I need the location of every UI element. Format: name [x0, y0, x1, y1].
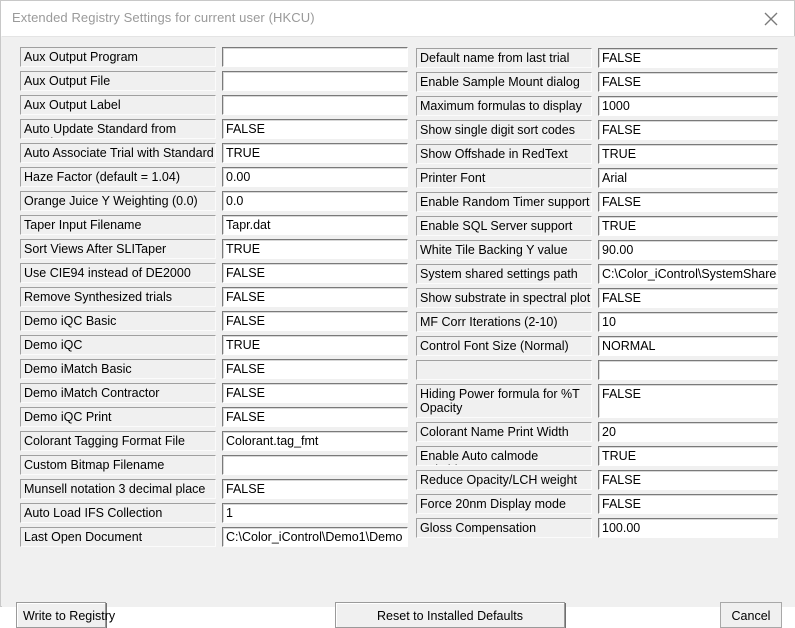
- setting-value-input[interactable]: C:\Color_iControl\SystemShared\: [598, 264, 778, 284]
- setting-value-input[interactable]: FALSE: [222, 407, 408, 427]
- setting-label: Control Font Size (Normal): [416, 336, 592, 356]
- setting-label: Colorant Tagging Format File: [20, 431, 216, 451]
- setting-label: Aux Output File: [20, 71, 216, 91]
- setting-value-input[interactable]: FALSE: [598, 192, 778, 212]
- setting-value-input[interactable]: [222, 455, 408, 475]
- cancel-button[interactable]: Cancel: [720, 602, 782, 628]
- setting-value-input[interactable]: TRUE: [222, 239, 408, 259]
- setting-label: Demo iMatch Basic: [20, 359, 216, 379]
- setting-value-input[interactable]: FALSE: [598, 72, 778, 92]
- setting-value-input[interactable]: [222, 47, 408, 67]
- setting-label: Show Offshade in RedText: [416, 144, 592, 164]
- window-title: Extended Registry Settings for current u…: [12, 10, 315, 25]
- setting-label: System shared settings path: [416, 264, 592, 284]
- setting-label: Taper Input Filename: [20, 215, 216, 235]
- setting-value-input[interactable]: FALSE: [598, 48, 778, 68]
- setting-label: Auto Update Standard from Database: [20, 119, 216, 139]
- setting-label: Use CIE94 instead of DE2000: [20, 263, 216, 283]
- setting-label: White Tile Backing Y value: [416, 240, 592, 260]
- setting-label: Demo iQC Print: [20, 407, 216, 427]
- setting-value-input[interactable]: [598, 360, 778, 380]
- setting-label: Show substrate in spectral plot: [416, 288, 592, 308]
- setting-value-input[interactable]: TRUE: [222, 335, 408, 355]
- setting-label: Enable Sample Mount dialog: [416, 72, 592, 92]
- setting-label: Aux Output Label: [20, 95, 216, 115]
- setting-value-input[interactable]: NORMAL: [598, 336, 778, 356]
- setting-label: Custom Bitmap Filename: [20, 455, 216, 475]
- setting-label: Remove Synthesized trials: [20, 287, 216, 307]
- setting-value-input[interactable]: C:\Color_iControl\Demo1\Demo QC R: [222, 527, 408, 547]
- setting-value-input[interactable]: Arial: [598, 168, 778, 188]
- setting-label: Gloss Compensation Percentage: [416, 518, 592, 538]
- setting-value-input[interactable]: Colorant.tag_fmt: [222, 431, 408, 451]
- setting-label: Colorant Name Print Width: [416, 422, 592, 442]
- setting-label: Demo iMatch Contractor: [20, 383, 216, 403]
- setting-value-input[interactable]: [222, 95, 408, 115]
- setting-value-input[interactable]: TRUE: [598, 144, 778, 164]
- setting-label: Sort Views After SLITaper: [20, 239, 216, 259]
- setting-label: Enable Random Timer support: [416, 192, 592, 212]
- setting-value-input[interactable]: 10: [598, 312, 778, 332]
- setting-value-input[interactable]: FALSE: [222, 287, 408, 307]
- setting-label: Demo iQC Basic: [20, 311, 216, 331]
- setting-label: Haze Factor (default = 1.04): [20, 167, 216, 187]
- reset-to-installed-defaults-button[interactable]: Reset to Installed Defaults: [335, 602, 565, 628]
- title-bar: Extended Registry Settings for current u…: [1, 1, 794, 36]
- setting-label: Enable SQL Server support: [416, 216, 592, 236]
- setting-value-input[interactable]: FALSE: [598, 120, 778, 140]
- setting-value-input[interactable]: Tapr.dat: [222, 215, 408, 235]
- setting-value-input[interactable]: TRUE: [222, 143, 408, 163]
- setting-value-input[interactable]: FALSE: [222, 263, 408, 283]
- setting-label: Reduce Opacity/LCH weight: [416, 470, 592, 490]
- setting-value-input[interactable]: FALSE: [222, 359, 408, 379]
- setting-value-input[interactable]: FALSE: [222, 383, 408, 403]
- setting-value-input[interactable]: TRUE: [598, 216, 778, 236]
- setting-label: Enable Auto calmode switching: [416, 446, 592, 466]
- setting-value-input[interactable]: FALSE: [598, 494, 778, 514]
- setting-label: Auto Load IFS Collection: [20, 503, 216, 523]
- setting-label: Auto Associate Trial with Standard: [20, 143, 216, 163]
- setting-value-input[interactable]: 0.0: [222, 191, 408, 211]
- setting-value-input[interactable]: 20: [598, 422, 778, 442]
- setting-label: Maximum formulas to display: [416, 96, 592, 116]
- setting-value-input[interactable]: [222, 71, 408, 91]
- write-to-registry-button[interactable]: Write to Registry: [16, 602, 115, 628]
- setting-value-input[interactable]: 1: [222, 503, 408, 523]
- setting-value-input[interactable]: FALSE: [222, 479, 408, 499]
- setting-label: Demo iQC: [20, 335, 216, 355]
- setting-value-input[interactable]: 0.00: [222, 167, 408, 187]
- setting-value-input[interactable]: 1000: [598, 96, 778, 116]
- setting-value-input[interactable]: 90.00: [598, 240, 778, 260]
- dialog-client-area: Aux Output Program Aux Output File Aux Out…: [2, 36, 795, 628]
- setting-label: Force 20nm Display mode: [416, 494, 592, 514]
- close-button[interactable]: [749, 1, 794, 36]
- setting-label: Hiding Power formula for %T Opacity: [416, 384, 592, 418]
- setting-value-input[interactable]: FALSE: [598, 470, 778, 490]
- setting-value-input[interactable]: 100.00: [598, 518, 778, 538]
- setting-label: [416, 360, 592, 380]
- setting-label: Orange Juice Y Weighting (0.0): [20, 191, 216, 211]
- setting-label: Default name from last trial: [416, 48, 592, 68]
- setting-value-input[interactable]: FALSE: [222, 311, 408, 331]
- setting-label: Last Open Document: [20, 527, 216, 547]
- registry-settings-dialog: Extended Registry Settings for current u…: [0, 0, 795, 628]
- setting-label: Munsell notation 3 decimal place: [20, 479, 216, 499]
- setting-value-input[interactable]: FALSE: [598, 384, 778, 418]
- setting-value-input[interactable]: FALSE: [222, 119, 408, 139]
- setting-label: Show single digit sort codes: [416, 120, 592, 140]
- setting-value-input[interactable]: TRUE: [598, 446, 778, 466]
- setting-value-input[interactable]: FALSE: [598, 288, 778, 308]
- setting-label: Printer Font: [416, 168, 592, 188]
- setting-label: Aux Output Program: [20, 47, 216, 67]
- setting-label: MF Corr Iterations (2-10): [416, 312, 592, 332]
